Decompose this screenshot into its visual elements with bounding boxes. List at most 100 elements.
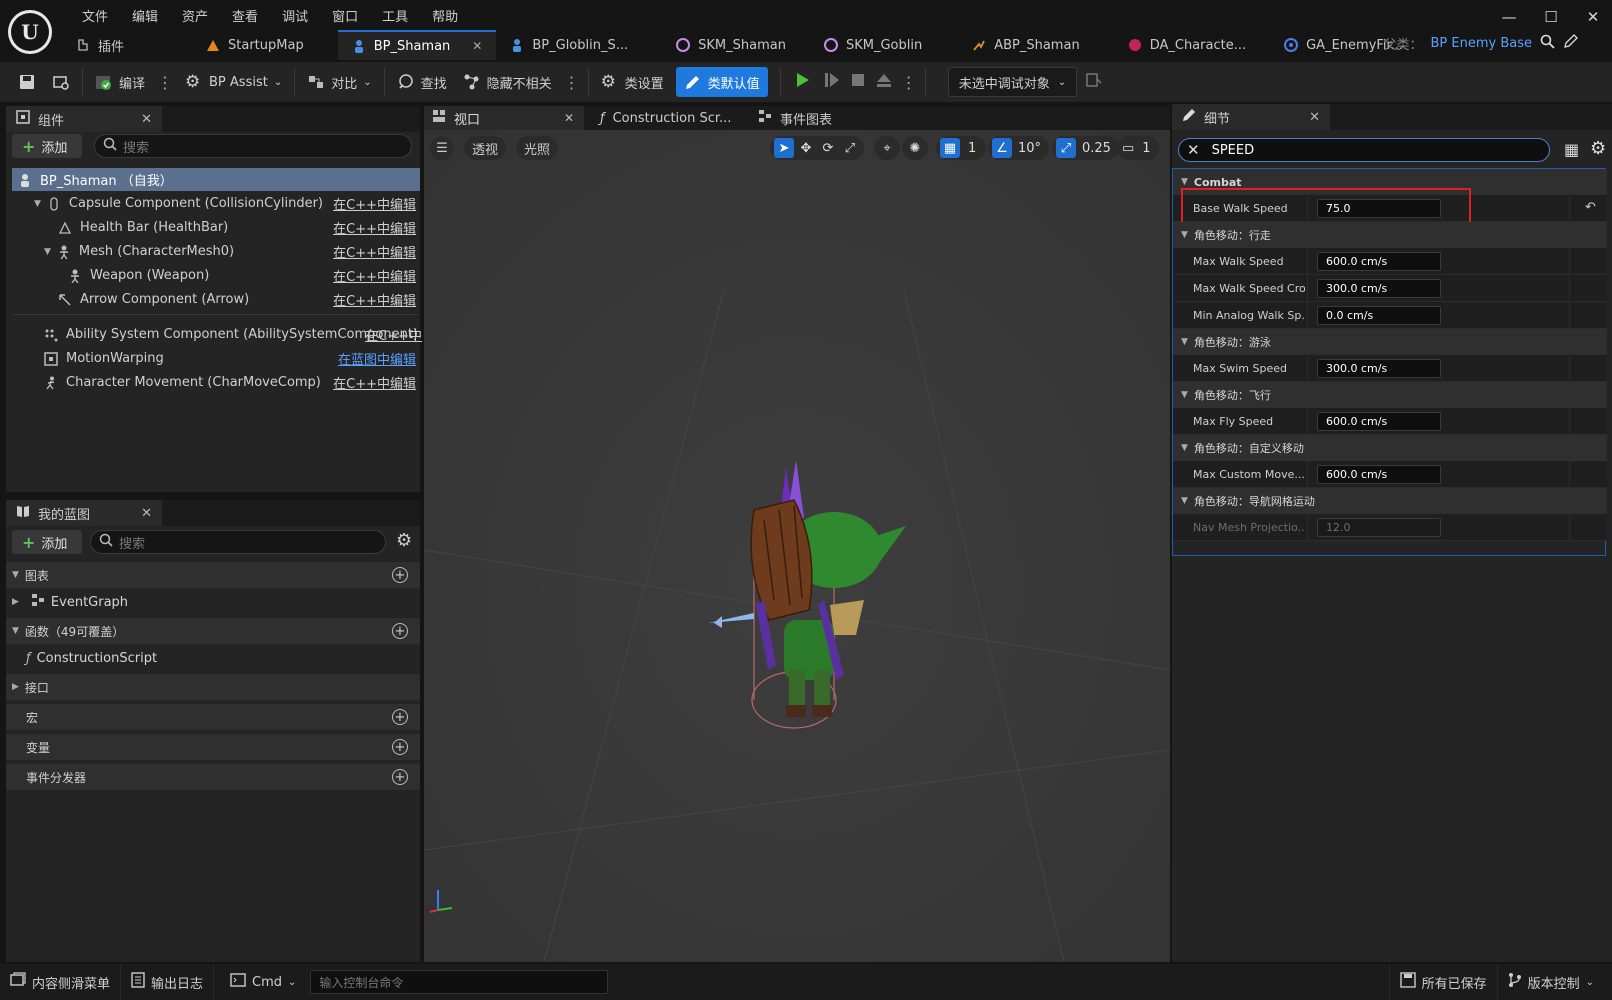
section-macros[interactable]: 宏 +	[6, 704, 420, 730]
save-button[interactable]	[10, 67, 44, 97]
search-icon[interactable]	[1540, 34, 1555, 53]
edit-in-cpp-link[interactable]: 在C++中编辑	[333, 266, 416, 285]
component-row-arrow[interactable]: Arrow Component (Arrow) 在C++中编辑	[16, 288, 424, 311]
function-item-construction-script[interactable]: ƒ ConstructionScript	[26, 646, 157, 670]
component-row-self[interactable]: BP_Shaman （自我）	[12, 168, 420, 191]
tab-event-graph[interactable]: 事件图表	[750, 106, 880, 130]
components-tab[interactable]: 组件 ✕	[6, 106, 162, 132]
details-search-input[interactable]: ✕ SPEED	[1178, 138, 1550, 162]
component-row-healthbar[interactable]: Health Bar (HealthBar) 在C++中编辑	[16, 216, 424, 239]
add-function-icon[interactable]: +	[392, 623, 408, 639]
section-variables[interactable]: 变量 +	[6, 734, 420, 760]
hide-unrelated-button[interactable]: 隐藏不相关	[455, 67, 560, 97]
max-custom-movement-speed-input[interactable]: 600.0 cm/s	[1317, 465, 1441, 484]
menu-help[interactable]: 帮助	[420, 4, 470, 26]
perspective-button[interactable]: 透视	[464, 136, 507, 160]
tab-construction-script[interactable]: ƒ Construction Scr...	[592, 106, 742, 130]
3d-viewport[interactable]: ☰ 透视 光照 ➤ ✥ ⟳ ⤢ ⌖ ✺ ▦ 1 ∠ 10° ⤢ 0.25 ▭ 1	[424, 130, 1170, 962]
console-command-input[interactable]: 输入控制台命令	[310, 970, 609, 994]
scale-snap-control[interactable]: ⤢ 0.25	[1052, 136, 1119, 160]
components-search-input[interactable]: 搜索	[94, 134, 412, 158]
category-flying[interactable]: ▼ 角色移动：飞行	[1173, 382, 1607, 408]
section-interfaces[interactable]: ▶ 接口	[6, 674, 420, 700]
find-button[interactable]: 查找	[389, 67, 455, 97]
step-button[interactable]	[819, 67, 845, 97]
component-row-mesh[interactable]: ▼ Mesh (CharacterMesh0) 在C++中编辑	[16, 240, 424, 263]
scale-tool-icon[interactable]: ⤢	[840, 138, 860, 158]
bp-assist-dropdown[interactable]: ⚙ BP Assist ⌄	[177, 67, 290, 97]
gear-icon[interactable]: ⚙	[396, 530, 412, 551]
component-row-capsule[interactable]: ▼ Capsule Component (CollisionCylinder) …	[16, 192, 424, 215]
tab-skm-goblin[interactable]: SKM_Goblin	[810, 30, 936, 60]
close-icon[interactable]: ✕	[1582, 8, 1604, 26]
gear-icon[interactable]: ⚙	[1590, 138, 1606, 159]
component-row-weapon[interactable]: Weapon (Weapon) 在C++中编辑	[16, 264, 424, 287]
min-analog-walk-speed-input[interactable]: 0.0 cm/s	[1317, 306, 1441, 325]
rotation-snap-control[interactable]: ∠ 10°	[988, 136, 1050, 160]
tab-bp-globlin[interactable]: BP_Globlin_S...	[496, 30, 642, 60]
browse-button[interactable]	[44, 67, 78, 97]
category-swimming[interactable]: ▼ 角色移动：游泳	[1173, 329, 1607, 355]
menu-file[interactable]: 文件	[70, 4, 120, 26]
menu-asset[interactable]: 资产	[170, 4, 220, 26]
menu-view[interactable]: 查看	[220, 4, 270, 26]
save-all-status[interactable]: 所有已保存	[1390, 964, 1497, 1000]
select-tool-icon[interactable]: ➤	[774, 138, 794, 158]
section-functions[interactable]: ▼ 函数（49可覆盖） +	[6, 618, 420, 644]
menu-debug[interactable]: 调试	[270, 4, 320, 26]
tab-da-character[interactable]: DA_Characte...	[1114, 30, 1260, 60]
camera-speed-control[interactable]: ▭ 1	[1116, 136, 1159, 160]
world-local-toggle[interactable]: ✺	[902, 136, 928, 160]
edit-in-blueprint-link[interactable]: 在蓝图中编辑	[338, 349, 416, 368]
expand-arrow-icon[interactable]: ▶	[12, 597, 19, 607]
viewport-options-button[interactable]: ☰	[430, 136, 454, 160]
close-icon[interactable]: ✕	[472, 39, 482, 53]
my-blueprint-search-input[interactable]: 搜索	[90, 530, 386, 554]
more-options-icon[interactable]: ⋮	[560, 73, 584, 92]
close-icon[interactable]: ✕	[141, 506, 152, 521]
grid-snap-control[interactable]: ▦ 1	[936, 136, 987, 160]
category-walking[interactable]: ▼ 角色移动：行走	[1173, 222, 1607, 248]
add-graph-icon[interactable]: +	[392, 567, 408, 583]
max-walk-speed-crouched-input[interactable]: 300.0 cm/s	[1317, 279, 1441, 298]
expand-arrow-icon[interactable]: ▼	[34, 199, 41, 209]
component-row-ability-system[interactable]: Ability System Component (AbilitySystemC…	[16, 323, 424, 346]
parent-class-link[interactable]: BP Enemy Base	[1431, 36, 1533, 51]
lit-mode-button[interactable]: 光照	[516, 136, 559, 160]
category-custom-movement[interactable]: ▼ 角色移动：自定义移动	[1173, 435, 1607, 461]
component-row-motion-warping[interactable]: MotionWarping 在蓝图中编辑	[16, 347, 424, 370]
edit-in-cpp-link[interactable]: 在C++中	[365, 325, 422, 344]
details-tab[interactable]: 细节 ✕	[1172, 104, 1330, 130]
max-fly-speed-input[interactable]: 600.0 cm/s	[1317, 412, 1441, 431]
cmd-dropdown[interactable]: Cmd ⌄	[220, 964, 306, 1000]
class-settings-button[interactable]: ⚙ 类设置	[593, 67, 672, 97]
tab-skm-shaman[interactable]: SKM_Shaman	[662, 30, 800, 60]
my-blueprint-tab[interactable]: 我的蓝图 ✕	[6, 500, 162, 526]
output-log-button[interactable]: 输出日志	[121, 964, 213, 1000]
category-navmesh-walking[interactable]: ▼ 角色移动：导航网格运动	[1173, 488, 1607, 514]
section-graphs[interactable]: ▼ 图表 +	[6, 562, 420, 588]
edit-in-cpp-link[interactable]: 在C++中编辑	[333, 218, 416, 237]
add-variable-icon[interactable]: +	[392, 739, 408, 755]
eject-button[interactable]	[871, 67, 897, 97]
surface-snap-toggle[interactable]: ⌖	[874, 136, 900, 160]
add-component-button[interactable]: + 添加	[12, 134, 82, 158]
menu-window[interactable]: 窗口	[320, 4, 370, 26]
tab-startupmap[interactable]: StartupMap	[192, 30, 318, 60]
max-walk-speed-input[interactable]: 600.0 cm/s	[1317, 252, 1441, 271]
class-defaults-button[interactable]: 类默认值	[675, 67, 768, 97]
component-row-character-movement[interactable]: Character Movement (CharMoveComp) 在C++中编…	[16, 371, 424, 394]
minimize-icon[interactable]: —	[1498, 8, 1520, 26]
add-macro-icon[interactable]: +	[392, 709, 408, 725]
stop-button[interactable]	[845, 67, 871, 97]
diff-dropdown[interactable]: 对比 ⌄	[299, 67, 379, 97]
close-icon[interactable]: ✕	[564, 111, 574, 125]
maximize-icon[interactable]: ☐	[1540, 8, 1562, 26]
edit-in-cpp-link[interactable]: 在C++中编辑	[333, 194, 416, 213]
close-icon[interactable]: ✕	[1309, 110, 1320, 125]
section-event-dispatchers[interactable]: 事件分发器 +	[6, 764, 420, 790]
menu-edit[interactable]: 编辑	[120, 4, 170, 26]
debug-filter-button[interactable]	[1077, 67, 1111, 97]
more-options-icon[interactable]: ⋮	[897, 73, 921, 92]
content-drawer-button[interactable]: 内容侧滑菜单	[0, 964, 120, 1000]
